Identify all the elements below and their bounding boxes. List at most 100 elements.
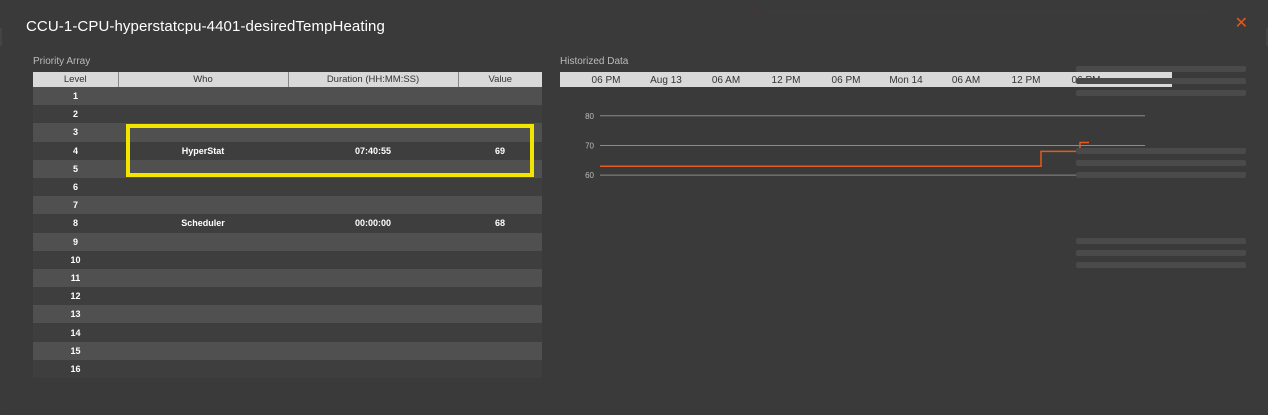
cell-duration (288, 341, 458, 360)
cell-value (458, 177, 542, 197)
x-tick-label: 12 PM (772, 75, 801, 86)
modal-title: CCU-1-CPU-hyperstatcpu-4401-desiredTempH… (26, 18, 385, 35)
cell-level: 4 (33, 141, 118, 160)
close-icon[interactable]: ✕ (1235, 16, 1248, 32)
cell-level: 16 (33, 359, 118, 378)
table-row: 12 (33, 287, 542, 306)
table-row: 5 (33, 159, 542, 178)
cell-value (458, 196, 542, 215)
cell-duration (288, 250, 458, 269)
cell-level: 7 (33, 196, 118, 215)
series-line (600, 141, 1089, 167)
cell-who (118, 123, 288, 142)
cell-value (458, 268, 542, 288)
cell-level: 14 (33, 323, 118, 342)
column-header-duration: Duration (HH:MM:SS) (288, 72, 459, 87)
table-row: 6 (33, 177, 542, 197)
table-row: 14 (33, 323, 542, 342)
cell-level: 2 (33, 105, 118, 124)
cell-level: 9 (33, 232, 118, 251)
cell-level: 12 (33, 287, 118, 306)
table-row: 11 (33, 268, 542, 288)
cell-duration (288, 287, 458, 306)
cell-duration (288, 105, 458, 124)
table-row: 10 (33, 250, 542, 269)
cell-duration (288, 268, 458, 288)
cell-who (118, 323, 288, 342)
y-tick-label: 60 (585, 171, 594, 180)
priority-array-table: Level Who Duration (HH:MM:SS) Value 1234… (33, 72, 542, 378)
table-row: 3 (33, 123, 542, 142)
cell-who (118, 268, 288, 288)
cell-level: 13 (33, 305, 118, 324)
cell-level: 11 (33, 268, 118, 288)
column-header-level: Level (33, 72, 119, 87)
cell-value (458, 159, 542, 178)
table-row: 8 Scheduler 00:00:00 68 (33, 214, 542, 233)
cell-duration (288, 87, 458, 106)
cell-value (458, 359, 542, 378)
cell-value (458, 123, 542, 142)
table-row: 15 (33, 341, 542, 360)
cell-duration (288, 177, 458, 197)
cell-who (118, 250, 288, 269)
cell-duration (288, 359, 458, 378)
cell-who (118, 105, 288, 124)
cell-who (118, 159, 288, 178)
column-header-value: Value (458, 72, 542, 87)
table-row: 16 (33, 359, 542, 378)
table-row: 1 (33, 87, 542, 106)
x-tick-label: 12 PM (1012, 75, 1041, 86)
cell-duration (288, 159, 458, 178)
cell-value (458, 341, 542, 360)
table-row: 9 (33, 232, 542, 251)
column-header-who: Who (118, 72, 289, 87)
cell-duration: 00:00:00 (288, 214, 458, 233)
cell-who (118, 232, 288, 251)
y-tick-label: 80 (585, 112, 594, 121)
cell-value (458, 305, 542, 324)
cell-value (458, 250, 542, 269)
cell-who: HyperStat (118, 141, 288, 160)
priority-array-label: Priority Array (33, 56, 91, 67)
cell-who (118, 305, 288, 324)
cell-duration (288, 323, 458, 342)
cell-duration (288, 123, 458, 142)
cell-who (118, 341, 288, 360)
cell-level: 6 (33, 177, 118, 197)
cell-value (458, 287, 542, 306)
x-tick-label: 06 PM (832, 75, 861, 86)
cell-duration: 07:40:55 (288, 141, 458, 160)
y-tick-label: 70 (585, 141, 594, 150)
cell-who (118, 196, 288, 215)
historized-data-label: Historized Data (560, 56, 629, 67)
cell-who (118, 177, 288, 197)
x-tick-label: 06 AM (952, 75, 980, 86)
cell-who (118, 359, 288, 378)
cell-level: 3 (33, 123, 118, 142)
cell-level: 10 (33, 250, 118, 269)
x-tick-label: 06 PM (592, 75, 621, 86)
table-row: 4 HyperStat 07:40:55 69 (33, 141, 542, 160)
table-header-row: Level Who Duration (HH:MM:SS) Value (33, 72, 542, 87)
cell-value (458, 232, 542, 251)
cell-value (458, 323, 542, 342)
table-row: 2 (33, 105, 542, 124)
cell-value: 69 (458, 141, 542, 160)
cell-duration (288, 232, 458, 251)
table-row: 7 (33, 196, 542, 215)
cell-level: 1 (33, 87, 118, 106)
cell-value (458, 105, 542, 124)
cell-duration (288, 196, 458, 215)
x-tick-label: Mon 14 (889, 75, 923, 86)
cell-who: Scheduler (118, 214, 288, 233)
cell-who (118, 87, 288, 106)
cell-value: 68 (458, 214, 542, 233)
cell-level: 8 (33, 214, 118, 233)
cell-who (118, 287, 288, 306)
cell-level: 15 (33, 341, 118, 360)
cell-value (458, 87, 542, 106)
table-row: 13 (33, 305, 542, 324)
cell-level: 5 (33, 159, 118, 178)
x-tick-label: 06 AM (712, 75, 740, 86)
